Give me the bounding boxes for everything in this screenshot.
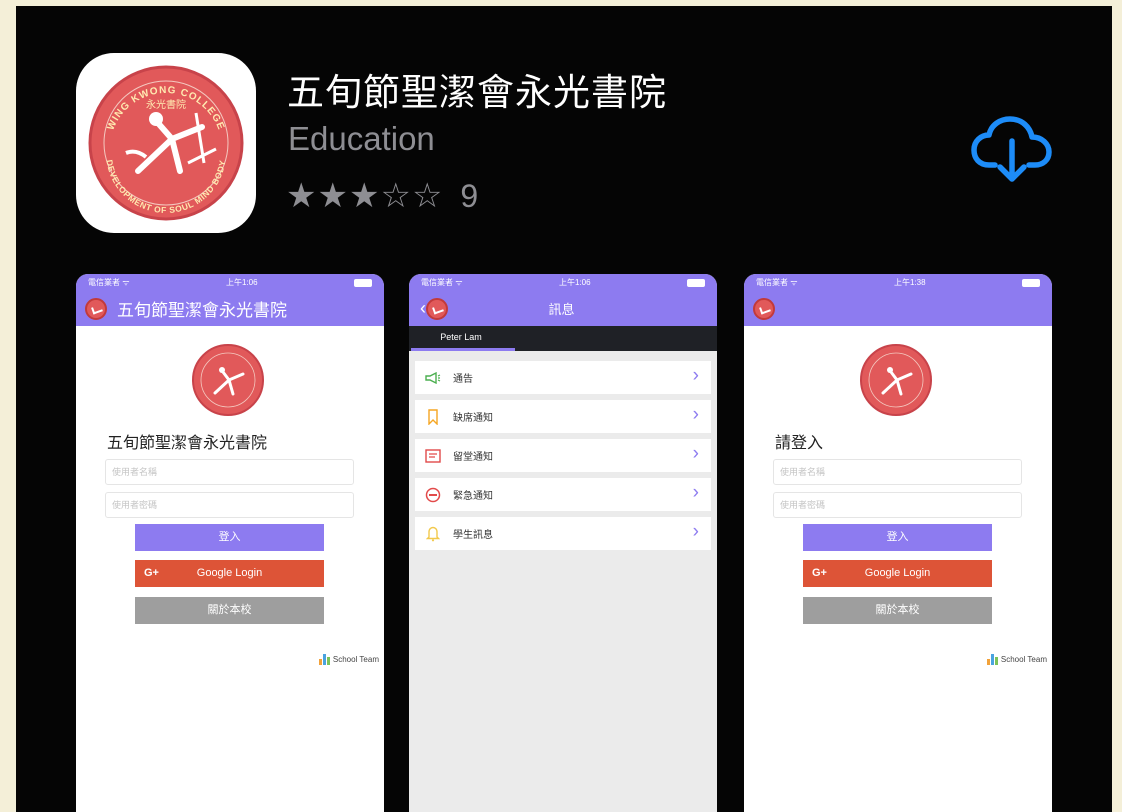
- carrier-label: 電信業者 ᯤ: [421, 278, 463, 287]
- chevron-right-icon: ›: [692, 482, 699, 503]
- status-bar: 電信業者 ᯤ 上午1:06: [409, 274, 717, 291]
- battery-icon: [1022, 278, 1040, 287]
- screenshot-messages[interactable]: 電信業者 ᯤ 上午1:06 ‹ 訊息 Peter Lam 通告 › 缺席通知 › 留堂通…: [409, 274, 717, 812]
- college-logo-icon: [192, 344, 264, 416]
- status-time: 上午1:38: [893, 278, 926, 287]
- chevron-right-icon: ›: [692, 404, 699, 425]
- notice-card-icon: [425, 448, 441, 464]
- nav-bar: [744, 291, 1052, 326]
- rating-stars: ★ ★ ★ ☆ ☆: [286, 176, 442, 216]
- rating-count: 9: [460, 177, 479, 214]
- bookmark-icon: [425, 408, 441, 425]
- password-field[interactable]: 使用者密碼: [105, 492, 354, 518]
- username-field[interactable]: 使用者名稱: [105, 459, 354, 485]
- message-category-item[interactable]: 緊急通知 ›: [415, 478, 711, 511]
- download-button[interactable]: [971, 115, 1053, 185]
- chevron-right-icon: ›: [692, 521, 699, 542]
- star-filled-icon: ★: [348, 177, 380, 215]
- chevron-right-icon: ›: [692, 443, 699, 464]
- app-rating[interactable]: ★ ★ ★ ☆ ☆ 9: [286, 174, 478, 218]
- header-bar: 電信業者 ᯤ 上午1:06 五旬節聖潔會永光書院: [76, 274, 384, 326]
- status-time: 上午1:06: [225, 278, 258, 287]
- message-category-item[interactable]: 留堂通知 ›: [415, 439, 711, 472]
- message-category-label: 通告: [453, 374, 473, 385]
- message-category-label: 留堂通知: [453, 452, 493, 463]
- message-category-item[interactable]: 缺席通知 ›: [415, 400, 711, 433]
- screenshot-login[interactable]: 電信業者 ᯤ 上午1:38 請登入 使用者名稱 使用者密碼 登入 G+ Goog…: [744, 274, 1052, 812]
- status-time: 上午1:06: [558, 278, 591, 287]
- about-school-button[interactable]: 關於本校: [135, 597, 324, 624]
- student-tab-bar: Peter Lam: [409, 326, 717, 351]
- message-category-item[interactable]: 學生訊息 ›: [415, 517, 711, 550]
- status-bar: 電信業者 ᯤ 上午1:38: [744, 274, 1052, 291]
- school-team-logo-icon: [318, 654, 330, 665]
- username-field[interactable]: 使用者名稱: [773, 459, 1022, 485]
- school-team-brand: School Team: [986, 654, 1047, 665]
- brand-label: School Team: [332, 655, 379, 664]
- app-store-listing: WING KWONG COLLEGE 永光書院 DEVELOPMENT OF S…: [16, 6, 1112, 812]
- form-title: 請登入: [775, 435, 824, 452]
- no-entry-icon: [425, 487, 441, 503]
- password-field[interactable]: 使用者密碼: [773, 492, 1022, 518]
- chevron-right-icon: ›: [692, 365, 699, 386]
- app-title: 五旬節聖潔會永光書院: [287, 72, 667, 113]
- google-login-button[interactable]: G+ Google Login: [803, 560, 992, 587]
- battery-icon: [687, 278, 705, 287]
- google-login-button[interactable]: G+ Google Login: [135, 560, 324, 587]
- nav-bar: 五旬節聖潔會永光書院: [76, 291, 384, 326]
- star-filled-icon: ★: [286, 177, 317, 215]
- message-category-label: 緊急通知: [453, 491, 493, 502]
- google-plus-icon: G+: [812, 567, 827, 579]
- star-filled-icon: ★: [317, 177, 348, 215]
- header-bar: 電信業者 ᯤ 上午1:06 ‹ 訊息: [409, 274, 717, 326]
- school-team-logo-icon: [986, 654, 998, 665]
- cloud-download-icon: [971, 116, 1052, 182]
- star-empty-icon: ☆: [380, 177, 411, 215]
- tab-indicator: [411, 348, 515, 351]
- screenshot-login-school[interactable]: 電信業者 ᯤ 上午1:06 五旬節聖潔會永光書院 五旬節聖潔會永光書院 使用者名…: [76, 274, 384, 812]
- college-logo-icon: WING KWONG COLLEGE 永光書院 DEVELOPMENT OF S…: [88, 65, 244, 221]
- back-button[interactable]: ‹: [418, 295, 448, 323]
- google-plus-icon: G+: [144, 567, 159, 579]
- carrier-label: 電信業者 ᯤ: [88, 278, 130, 287]
- college-logo-icon: [85, 297, 107, 320]
- brand-label: School Team: [1000, 655, 1047, 664]
- logo-text-chinese: 永光書院: [146, 98, 186, 111]
- message-category-label: 缺席通知: [453, 413, 493, 424]
- college-logo-icon: [426, 297, 448, 320]
- message-category-label: 學生訊息: [453, 530, 493, 541]
- message-category-item[interactable]: 通告 ›: [415, 361, 711, 394]
- college-logo-icon: [860, 344, 932, 416]
- login-button[interactable]: 登入: [803, 524, 992, 551]
- app-category[interactable]: Education: [288, 120, 435, 158]
- nav-title: 五旬節聖潔會永光書院: [117, 301, 287, 320]
- app-icon[interactable]: WING KWONG COLLEGE 永光書院 DEVELOPMENT OF S…: [76, 53, 256, 233]
- header-bar: 電信業者 ᯤ 上午1:38: [744, 274, 1052, 326]
- status-bar: 電信業者 ᯤ 上午1:06: [76, 274, 384, 291]
- login-button[interactable]: 登入: [135, 524, 324, 551]
- google-login-label: Google Login: [864, 567, 931, 579]
- form-title: 五旬節聖潔會永光書院: [107, 435, 268, 452]
- google-login-label: Google Login: [196, 567, 263, 579]
- nav-title: 訊息: [548, 302, 575, 317]
- star-empty-icon: ☆: [411, 177, 443, 215]
- carrier-label: 電信業者 ᯤ: [756, 278, 798, 287]
- bell-icon: [425, 526, 441, 542]
- school-team-brand: School Team: [318, 654, 379, 665]
- nav-bar: ‹ 訊息: [409, 291, 717, 326]
- college-logo-icon: [753, 297, 775, 320]
- battery-icon: [354, 278, 372, 287]
- about-school-button[interactable]: 關於本校: [803, 597, 992, 624]
- megaphone-icon: [425, 370, 441, 386]
